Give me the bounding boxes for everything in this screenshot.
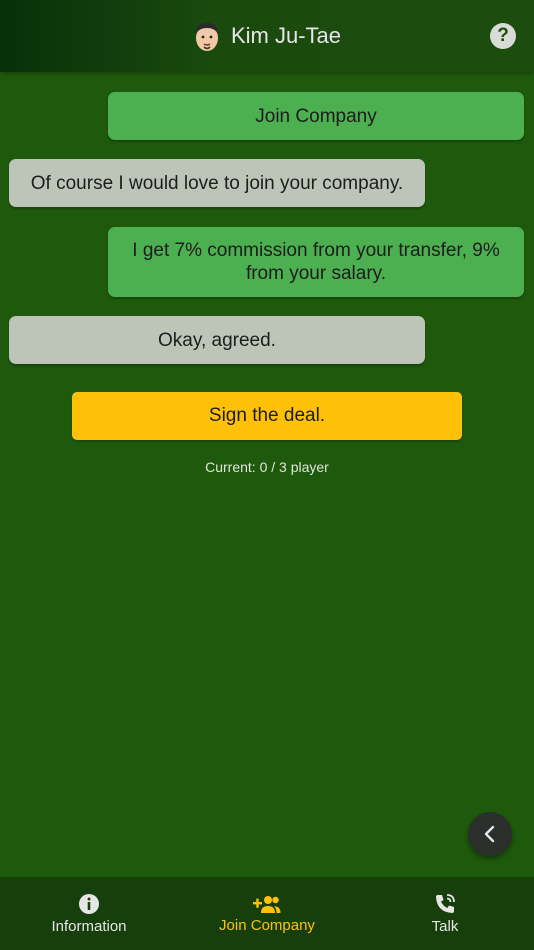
- header-title-group: Kim Ju-Tae: [0, 0, 534, 72]
- info-icon: [79, 893, 99, 914]
- app-header: Kim Ju-Tae ?: [0, 0, 534, 72]
- nav-item-talk[interactable]: Talk: [356, 877, 534, 950]
- add-group-icon: [253, 895, 281, 913]
- sign-deal-label: Sign the deal.: [208, 405, 326, 426]
- bottom-navigation: Information Join Company Talk: [0, 877, 534, 950]
- chat-bubble-mine: I get 7% commission from your transfer, …: [108, 227, 524, 297]
- avatar-face-icon: [195, 23, 218, 51]
- help-circle-icon: ?: [497, 25, 509, 46]
- phone-icon: [436, 893, 455, 913]
- message-text: I get 7% commission from your transfer, …: [132, 240, 500, 284]
- nav-label: Talk: [431, 917, 459, 935]
- contact-name: Kim Ju-Tae: [230, 23, 342, 48]
- chat-bubble-theirs: Okay, agreed.: [9, 316, 425, 364]
- sign-deal-button[interactable]: Sign the deal.: [72, 392, 462, 440]
- nav-item-information[interactable]: Information: [0, 877, 178, 950]
- chat-bubble-theirs: Of course I would love to join your comp…: [9, 159, 425, 207]
- nav-label: Information: [51, 917, 127, 935]
- message-text: Of course I would love to join your comp…: [30, 172, 404, 194]
- chat-bubble-mine: Join Company: [108, 92, 524, 140]
- back-fab-button[interactable]: [468, 812, 512, 856]
- player-count-status: Current: 0 / 3 player: [205, 459, 329, 475]
- nav-label: Join Company: [219, 916, 315, 934]
- nav-item-join-company[interactable]: Join Company: [178, 877, 356, 950]
- help-button[interactable]: ?: [490, 23, 516, 49]
- chevron-left-icon: [484, 825, 495, 843]
- message-text: Okay, agreed.: [158, 329, 276, 351]
- message-text: Join Company: [255, 105, 377, 127]
